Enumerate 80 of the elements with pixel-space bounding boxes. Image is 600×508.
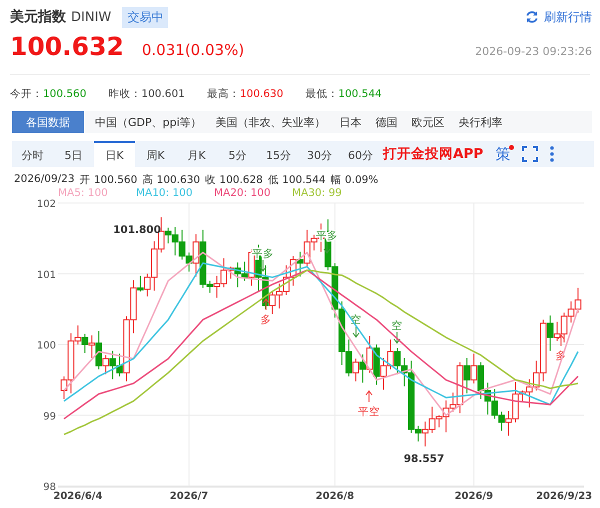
ohlc-value: 高 100.630 [142, 173, 200, 187]
candlestick [88, 334, 96, 358]
moving-average-label: MA10: 100 [136, 187, 194, 199]
candlestick [470, 353, 478, 384]
period-tab[interactable]: 30分 [299, 141, 340, 167]
stat-label: 最低： [305, 88, 338, 100]
y-axis-label: 100 [36, 340, 56, 352]
ohlc-value: 低 100.544 [268, 173, 326, 187]
down-arrow-icon [394, 332, 400, 344]
candlestick [464, 357, 470, 394]
y-axis-label: 98 [43, 482, 56, 493]
open-app-link[interactable]: 打开金投网APP [383, 145, 484, 163]
x-axis-label: 2026/8 [316, 491, 354, 501]
quote-time: 2026-09-23 09:23:26 [475, 45, 592, 58]
fullscreen-icon[interactable] [522, 146, 538, 162]
index-code: DINIW [71, 10, 112, 24]
period-tab[interactable]: 分时 [12, 141, 53, 167]
low-price-label: 98.557 [404, 453, 444, 465]
moving-average-label: MA30: 99 [292, 187, 343, 199]
period-tab[interactable]: 日K [94, 141, 135, 167]
x-axis-label: 2026/7 [170, 491, 208, 501]
candlestick [102, 354, 109, 375]
period-tab[interactable]: 周K [135, 141, 176, 167]
refresh-icon [525, 10, 539, 24]
period-tab[interactable]: 15分 [258, 141, 299, 167]
up-arrow-icon [262, 298, 270, 310]
stat-label: 最高： [206, 88, 240, 100]
country-tab[interactable]: 央行利率 [452, 111, 510, 133]
candlestick [95, 330, 102, 370]
period-tab[interactable]: 月K [176, 141, 217, 167]
y-axis-label: 99 [43, 411, 56, 422]
candlestick [192, 234, 200, 278]
country-tab[interactable]: 各国数据 [12, 111, 84, 133]
up-arrow-icon [366, 390, 372, 402]
down-arrow-icon [260, 260, 266, 272]
x-axis-label: 2026/9/23 [536, 491, 592, 501]
country-tab[interactable]: 德国 [368, 111, 405, 133]
x-axis-label: 2026/9 [454, 491, 494, 501]
candlestick [546, 314, 554, 352]
country-tab[interactable]: 美国（非农、失业率） [208, 111, 333, 133]
candlestick [82, 333, 88, 354]
y-axis-label: 101 [36, 270, 56, 281]
stat-value: 100.544 [338, 88, 382, 100]
current-price: 100.632 [10, 32, 124, 61]
ohlc-value: 开 100.560 [80, 173, 138, 187]
strategy-button[interactable]: 策 [495, 144, 510, 164]
down-arrow-icon [352, 326, 360, 338]
moving-average-label: MA5: 100 [58, 187, 109, 199]
down-arrow-icon [324, 242, 330, 254]
ohlc-value: 幅 0.09% [330, 173, 378, 187]
up-arrow-icon [558, 334, 564, 346]
stat-label: 今开： [10, 88, 43, 100]
stat-value: 100.630 [240, 88, 284, 100]
price-change: 0.031(0.03%) [142, 41, 244, 59]
period-tab[interactable]: 5分 [217, 141, 258, 167]
moving-average-label: MA20: 100 [214, 187, 272, 199]
high-price-label: 101.800 [113, 224, 161, 236]
candlestick [137, 275, 144, 292]
x-axis-label: 2026/6/4 [53, 491, 102, 501]
candlestick [366, 336, 373, 374]
more-icon[interactable] [550, 146, 554, 162]
period-tab[interactable]: 60分 [340, 141, 381, 167]
ohlc-value: 2026/09/23 [14, 173, 75, 187]
stat-value: 100.560 [43, 88, 86, 100]
y-axis-label: 102 [36, 199, 56, 210]
candlestick [352, 358, 360, 382]
country-tab[interactable]: 日本 [332, 111, 369, 133]
refresh-button[interactable]: 刷新行情 [525, 8, 592, 26]
index-title: 美元指数 [10, 8, 66, 26]
trading-status-badge: 交易中 [122, 6, 168, 28]
signal-label: 平空 [358, 406, 380, 418]
period-tab[interactable]: 5日 [53, 141, 94, 167]
stat-label: 昨收： [108, 88, 142, 100]
signal-label: 多 [260, 314, 272, 326]
stat-value: 100.601 [141, 88, 185, 100]
signal-label: 空 [392, 320, 402, 332]
candlestick [359, 354, 366, 384]
ohlc-value: 收 100.628 [205, 173, 263, 187]
country-tab[interactable]: 中国（GDP、ppi等） [88, 111, 209, 133]
country-tab[interactable]: 欧元区 [404, 111, 452, 133]
